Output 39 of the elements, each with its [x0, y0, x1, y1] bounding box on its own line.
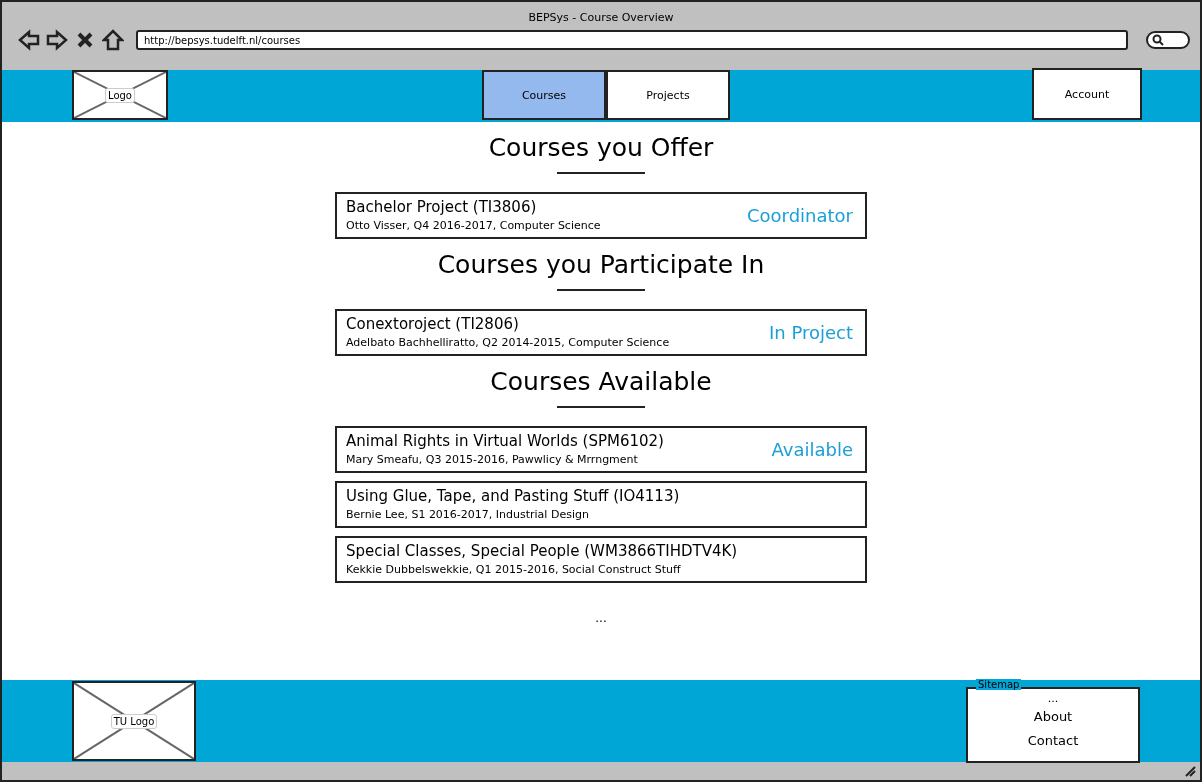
section-title: Courses you Offer: [488, 132, 714, 164]
course-card[interactable]: Animal Rights in Virtual Worlds (SPM6102) Mary Smeafu, Q3 2015-2016, Pawwlicy & Mrrngment Available: [335, 426, 867, 473]
course-status: Available: [771, 438, 853, 460]
address-field[interactable]: http://bepsys.tudelft.nl/courses: [136, 30, 1128, 50]
logo-label: Logo: [105, 87, 135, 103]
course-card[interactable]: Using Glue, Tape, and Pasting Stuff (IO4113) Bernie Lee, S1 2016-2017, Industrial Design: [335, 481, 867, 528]
window-title: BEPSys - Course Overview: [527, 10, 675, 25]
section-title: Courses Available: [490, 366, 712, 398]
course-card[interactable]: Bachelor Project (TI3806) Otto Visser, Q4 2016-2017, Computer Science Coordinator: [335, 192, 867, 239]
more-indicator: ...: [595, 611, 607, 625]
logo-label: TU Logo: [110, 713, 158, 729]
search-icon: [1152, 34, 1164, 46]
course-details: Bernie Lee, S1 2016-2017, Industrial Design: [346, 508, 590, 521]
course-details: Adelbato Bachhelliratto, Q2 2014-2015, Computer Science: [346, 336, 671, 349]
course-card[interactable]: Conextoroject (TI2806) Adelbato Bachhelliratto, Q2 2014-2015, Computer Science In Project: [335, 309, 867, 356]
account-button[interactable]: Account: [1032, 68, 1142, 120]
course-name: Conextoroject (TI2806): [346, 315, 520, 333]
section-title: Courses you Participate In: [437, 249, 765, 281]
resize-grip-icon[interactable]: [1184, 765, 1196, 777]
course-card[interactable]: Special Classes, Special People (WM3866TIHDTV4K) Kekkie Dubbelswekkie, Q1 2015-2016, Social Construct Stuff: [335, 536, 867, 583]
sitemap-link[interactable]: ...: [1047, 693, 1059, 705]
course-details: Otto Visser, Q4 2016-2017, Computer Science: [346, 219, 602, 232]
course-status: Coordinator: [747, 204, 853, 226]
forward-icon[interactable]: [46, 29, 68, 51]
sitemap-link[interactable]: About: [1033, 705, 1073, 729]
course-name: Special Classes, Special People (WM3866TIHDTV4K): [346, 542, 739, 560]
course-name: Bachelor Project (TI3806): [346, 198, 538, 216]
sitemap-title: Sitemap: [976, 679, 1022, 690]
search-field[interactable]: [1146, 31, 1190, 49]
course-details: Kekkie Dubbelswekkie, Q1 2015-2016, Social Construct Stuff: [346, 563, 682, 576]
course-name: Using Glue, Tape, and Pasting Stuff (IO4113): [346, 487, 681, 505]
course-details: Mary Smeafu, Q3 2015-2016, Pawwlicy & Mrrngment: [346, 453, 639, 466]
back-icon[interactable]: [18, 29, 40, 51]
home-icon[interactable]: [102, 29, 124, 51]
sitemap-link[interactable]: Contact: [1027, 729, 1079, 753]
nav-tab[interactable]: Courses: [482, 70, 606, 120]
nav-tab[interactable]: Projects: [606, 70, 730, 120]
course-name: Animal Rights in Virtual Worlds (SPM6102): [346, 432, 665, 450]
course-status: In Project: [768, 321, 853, 343]
